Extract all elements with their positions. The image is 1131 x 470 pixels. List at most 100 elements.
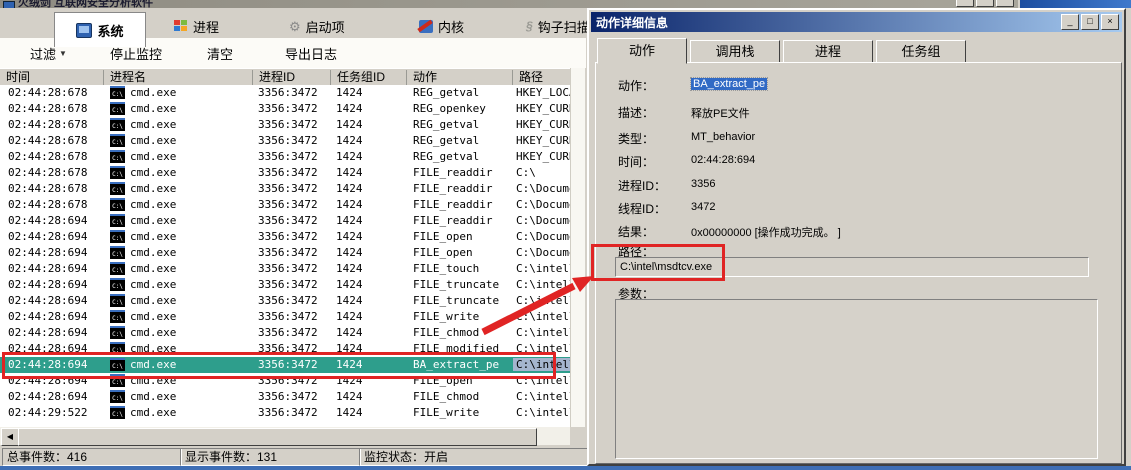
params-field[interactable] (615, 299, 1098, 459)
minimize-button[interactable] (956, 0, 974, 7)
dialog-tab-taskgroup[interactable]: 任务组 (876, 40, 966, 63)
field-value: MT_behavior (691, 131, 756, 143)
table-row[interactable]: 02:44:28:678 C:\ cmd.exe 3356:3472 1424 … (0, 149, 570, 165)
dialog-tab-process[interactable]: 进程 (783, 40, 873, 63)
cell-path: C:\intel\msd (516, 374, 570, 387)
field-label: 进程ID： (618, 179, 667, 193)
table-row[interactable]: 02:44:28:694 C:\ cmd.exe 3356:3472 1424 … (0, 373, 570, 389)
tab-system[interactable]: 系统 (54, 12, 146, 47)
cmd-icon: C:\ (110, 182, 125, 195)
app-icon (3, 1, 15, 8)
table-row[interactable]: 02:44:28:694 C:\ cmd.exe 3356:3472 1424 … (0, 261, 570, 277)
scroll-left-arrow-icon[interactable]: ◀ (1, 428, 19, 446)
close-button[interactable] (996, 0, 1014, 7)
table-row[interactable]: 02:44:28:678 C:\ cmd.exe 3356:3472 1424 … (0, 197, 570, 213)
path-field[interactable]: C:\intel\msdtcv.exe (615, 257, 1089, 277)
tab-processes[interactable]: 进程 (168, 14, 225, 38)
cell-action: FILE_truncate (413, 278, 500, 291)
table-row[interactable]: 02:44:28:694 C:\ cmd.exe 3356:3472 1424 … (0, 213, 570, 229)
cell-time: 02:44:28:678 (8, 198, 88, 211)
cell-pid: 3356:3472 (258, 390, 318, 403)
cell-procname: cmd.exe (130, 182, 177, 195)
cell-pid: 3356:3472 (258, 246, 318, 259)
tab-startup[interactable]: ⚙ 启动项 (283, 14, 351, 38)
cell-path: C:\intel\m (513, 358, 570, 371)
cmd-icon: C:\ (110, 390, 125, 403)
cmd-icon: C:\ (110, 198, 125, 211)
cell-taskgroup: 1424 (336, 150, 363, 163)
chevron-down-icon: ▼ (59, 49, 67, 58)
table-row[interactable]: 02:44:28:694 C:\ cmd.exe 3356:3472 1424 … (0, 309, 570, 325)
field-value: BA_extract_pe (689, 77, 769, 91)
dialog-maximize-button[interactable]: □ (1081, 14, 1099, 30)
cell-path: HKEY_LOCAL_M (516, 86, 570, 99)
table-row[interactable]: 02:44:28:694 C:\ cmd.exe 3356:3472 1424 … (0, 229, 570, 245)
cell-pid: 3356:3472 (258, 134, 318, 147)
tab-kernel[interactable]: 内核 (413, 14, 470, 38)
table-row[interactable]: 02:44:28:678 C:\ cmd.exe 3356:3472 1424 … (0, 117, 570, 133)
cell-procname: cmd.exe (130, 118, 177, 131)
cell-pid: 3356:3472 (258, 406, 318, 419)
cell-time: 02:44:28:694 (8, 342, 88, 355)
col-time[interactable]: 时间 (0, 70, 103, 85)
cell-procname: cmd.exe (130, 374, 177, 387)
cell-path: C:\Documents (516, 246, 570, 259)
table-row[interactable]: 02:44:28:694 C:\ cmd.exe 3356:3472 1424 … (0, 277, 570, 293)
startup-gear-icon: ⚙ (289, 18, 301, 34)
cell-path: HKEY_CURRENT (516, 150, 570, 163)
cell-time: 02:44:28:694 (8, 278, 88, 291)
table-row[interactable]: 02:44:29:522 C:\ cmd.exe 3356:3472 1424 … (0, 405, 570, 421)
table-row[interactable]: 02:44:28:694 C:\ cmd.exe 3356:3472 1424 … (0, 357, 570, 373)
horizontal-scroll-thumb[interactable] (18, 428, 537, 446)
cell-pid: 3356:3472 (258, 342, 318, 355)
table-row[interactable]: 02:44:28:694 C:\ cmd.exe 3356:3472 1424 … (0, 389, 570, 405)
cmd-icon: C:\ (110, 134, 125, 147)
col-procname[interactable]: 进程名 (103, 70, 253, 85)
cell-path: HKEY_CURRENT (516, 118, 570, 131)
main-titlebar: 火绒剑 互联网安全分析软件 (0, 0, 1018, 8)
cell-taskgroup: 1424 (336, 214, 363, 227)
dialog-tabbar: 动作 调用栈 进程 任务组 (597, 38, 969, 64)
table-row[interactable]: 02:44:28:694 C:\ cmd.exe 3356:3472 1424 … (0, 341, 570, 357)
status-bar: 总事件数：416 显示事件数：131 监控状态：开启 (0, 448, 589, 466)
export-log-button[interactable]: 导出日志 (285, 44, 337, 63)
dialog-tab-action[interactable]: 动作 (597, 38, 687, 64)
cell-time: 02:44:28:694 (8, 374, 88, 387)
table-row[interactable]: 02:44:28:678 C:\ cmd.exe 3356:3472 1424 … (0, 101, 570, 117)
cell-path: C:\intel\msd (516, 262, 570, 275)
cell-time: 02:44:28:678 (8, 86, 88, 99)
table-row[interactable]: 02:44:28:678 C:\ cmd.exe 3356:3472 1424 … (0, 165, 570, 181)
cell-procname: cmd.exe (130, 214, 177, 227)
field-value: 0x00000000 [操作成功完成。 ] (691, 227, 841, 239)
field-label: 结果： (618, 225, 655, 239)
dialog-close-button[interactable]: × (1101, 14, 1119, 30)
dialog-titlebar[interactable]: 动作详细信息 _ □ × (591, 12, 1122, 32)
cell-pid: 3356:3472 (258, 198, 318, 211)
col-pid[interactable]: 进程ID (252, 70, 331, 85)
cell-action: REG_getval (413, 86, 480, 99)
cell-procname: cmd.exe (130, 326, 177, 339)
cell-procname: cmd.exe (130, 166, 177, 179)
table-row[interactable]: 02:44:28:678 C:\ cmd.exe 3356:3472 1424 … (0, 85, 570, 101)
vertical-scrollbar[interactable] (570, 68, 585, 427)
tab-hook-scan[interactable]: § 钩子扫描 (520, 14, 596, 38)
cell-path: C:\intel\msd (516, 342, 570, 355)
horizontal-scrollbar[interactable]: ◀ (0, 427, 570, 446)
table-row[interactable]: 02:44:28:694 C:\ cmd.exe 3356:3472 1424 … (0, 325, 570, 341)
col-action[interactable]: 动作 (406, 70, 513, 85)
dialog-tab-callstack[interactable]: 调用栈 (690, 40, 780, 63)
table-row[interactable]: 02:44:28:678 C:\ cmd.exe 3356:3472 1424 … (0, 133, 570, 149)
table-row[interactable]: 02:44:28:694 C:\ cmd.exe 3356:3472 1424 … (0, 245, 570, 261)
cell-action: REG_getval (413, 134, 480, 147)
col-taskgroup[interactable]: 任务组ID (330, 70, 407, 85)
cell-time: 02:44:28:694 (8, 390, 88, 403)
cell-procname: cmd.exe (130, 310, 177, 323)
maximize-button[interactable] (976, 0, 994, 7)
cell-action: FILE_open (413, 374, 473, 387)
dialog-minimize-button[interactable]: _ (1061, 14, 1079, 30)
cell-procname: cmd.exe (130, 278, 177, 291)
clear-button[interactable]: 清空 (207, 44, 233, 63)
cell-pid: 3356:3472 (258, 294, 318, 307)
table-row[interactable]: 02:44:28:678 C:\ cmd.exe 3356:3472 1424 … (0, 181, 570, 197)
table-row[interactable]: 02:44:28:694 C:\ cmd.exe 3356:3472 1424 … (0, 293, 570, 309)
